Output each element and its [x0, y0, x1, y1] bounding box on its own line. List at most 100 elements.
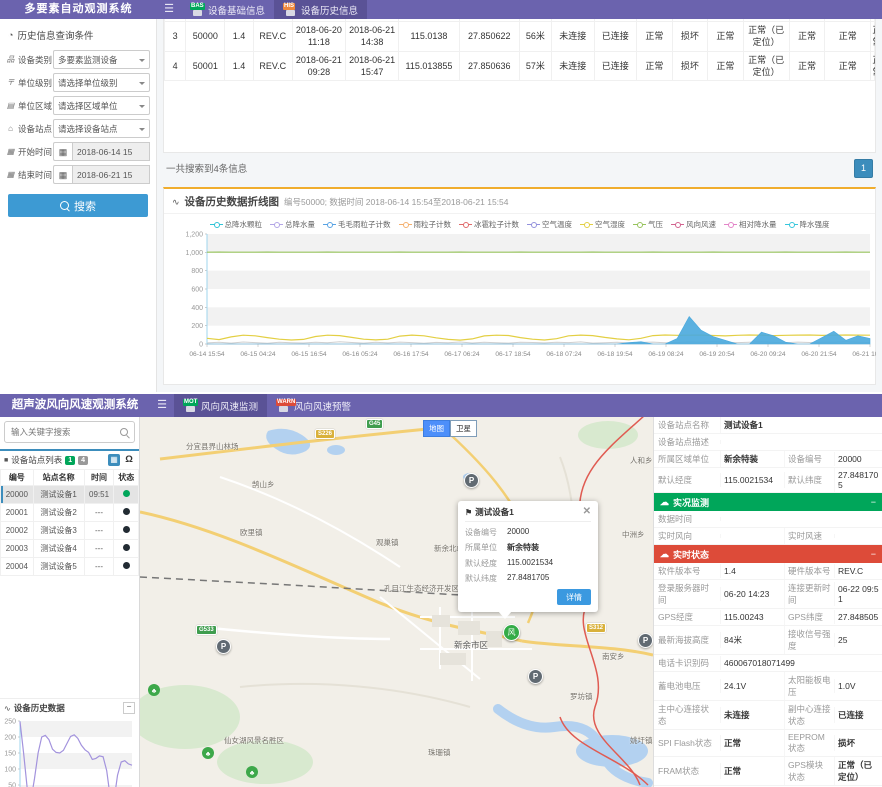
detail-row: 最新海拔高度84米接收信号强度25 [654, 626, 882, 655]
cloud-icon: ☁ [660, 497, 669, 508]
station-cell: 测试设备2 [33, 504, 84, 522]
table-cell: 50001 [186, 51, 225, 80]
form-row: ⌂设备站点请选择设备站点 [6, 119, 150, 138]
bell-icon[interactable]: Ω [123, 454, 135, 466]
legend-item[interactable]: 降水强度 [785, 219, 830, 230]
legend-item[interactable]: 空气湿度 [580, 219, 625, 230]
top-app-sidebar: ◔ 历史信息查询条件 品设备类别多要素监测设备〒单位级别请选择单位级别▤单位区域… [0, 19, 157, 392]
table-cell: 2018-06-21 09:28 [292, 51, 345, 80]
bas-icon: BAS [190, 3, 205, 17]
legend-item[interactable]: 冰雹粒子计数 [459, 219, 519, 230]
popup-title: 测试设备1 [475, 506, 514, 518]
station-list-title: 设备站点列表 [11, 454, 62, 466]
station-row-20000[interactable]: 20000测试设备109:51 [1, 486, 139, 504]
table-cell: 正常 [871, 22, 875, 51]
search-button[interactable]: 搜索 [8, 194, 148, 217]
station-row-20003[interactable]: 20003测试设备4--- [1, 540, 139, 558]
station-cell: 测试设备3 [33, 522, 84, 540]
map-type-button-卫星[interactable]: 卫星 [450, 420, 477, 437]
tab-bas[interactable]: BAS设备基础信息 [181, 0, 274, 19]
legend-item[interactable]: 毛毛雨粒子计数 [323, 219, 391, 230]
section-header-实时状态: ☁实时状态− [654, 545, 882, 563]
svg-text:06-18 07:24: 06-18 07:24 [546, 351, 582, 358]
legend-item[interactable]: 相对降水量 [724, 219, 777, 230]
sidebar-toggle-icon[interactable]: ☰ [150, 394, 174, 417]
query-form: 品设备类别多要素监测设备〒单位级别请选择单位级别▤单位区域请选择区域单位⌂设备站… [0, 50, 156, 184]
table-cell: 27.850636 [459, 51, 519, 80]
road-shield: G533 [196, 625, 217, 635]
svg-text:1,200: 1,200 [185, 232, 203, 239]
station-marker-icon[interactable]: 风 [503, 624, 520, 641]
calendar-button[interactable]: ▦ [53, 165, 72, 184]
svg-text:06-15 04:24: 06-15 04:24 [240, 351, 276, 358]
svg-text:1,000: 1,000 [185, 250, 203, 257]
sidebar-toggle-icon[interactable]: ☰ [157, 0, 181, 19]
details-button[interactable]: 详情 [557, 589, 591, 605]
parking-marker-icon[interactable]: P [638, 633, 653, 648]
table-row: 3500001.4REV.C2018-06-20 11:182018-06-21… [165, 22, 875, 51]
column-header: 站点名称 [33, 470, 84, 486]
legend-item[interactable]: 空气温度 [527, 219, 572, 230]
parking-marker-icon[interactable]: P [216, 639, 231, 654]
close-icon[interactable]: ✕ [583, 508, 591, 516]
date-value-开始时间[interactable]: 2018-06-14 15 [72, 142, 150, 161]
popup-row: 默认纬度27.8481705 [465, 573, 591, 584]
svg-text:06-20 21:54: 06-20 21:54 [801, 351, 837, 358]
select-设备类别[interactable]: 多要素监测设备 [53, 50, 150, 69]
svg-text:06-16 05:24: 06-16 05:24 [342, 351, 378, 358]
building-icon: ▤ [6, 101, 15, 110]
tab-mot[interactable]: MOT风向风速监测 [174, 394, 267, 417]
svg-text:800: 800 [191, 268, 203, 275]
station-cell: 20000 [1, 486, 34, 504]
legend-item[interactable]: 风向风速 [671, 219, 716, 230]
station-row-20004[interactable]: 20004测试设备5--- [1, 558, 139, 576]
legend-item[interactable]: 总降水量 [270, 219, 315, 230]
search-input[interactable] [4, 421, 135, 443]
legend-marker-icon [671, 222, 684, 228]
map-station-popup: ⚑ 测试设备1 ✕ 设备编号20000所属单位新余特装默认经度115.00215… [458, 501, 598, 612]
station-cell: --- [84, 540, 114, 558]
select-单位区域[interactable]: 请选择区域单位 [53, 96, 150, 115]
parking-marker-icon[interactable]: P [528, 669, 543, 684]
collapse-icon[interactable]: − [871, 497, 876, 507]
sidebar-history-chart-header: ∿ 设备历史数据 − [0, 699, 139, 715]
station-row-20001[interactable]: 20001测试设备2--- [1, 504, 139, 522]
history-results-table: 2500001.4REV.C2018-06-14 11:052018-06-14… [164, 19, 875, 81]
road-shield: S226 [315, 429, 335, 439]
map-type-button-地图[interactable]: 地图 [423, 420, 450, 437]
field-label: 〒单位级别 [6, 77, 53, 89]
tab-label: 风向风速预警 [294, 399, 351, 413]
station-cell: 测试设备5 [33, 558, 84, 576]
station-row-20002[interactable]: 20002测试设备3--- [1, 522, 139, 540]
chevron-down-icon [139, 128, 145, 134]
line-chart-icon: ∿ [172, 197, 180, 208]
legend-item[interactable]: 总降水颗粒 [210, 219, 263, 230]
calendar-button[interactable]: ▦ [53, 142, 72, 161]
search-icon [60, 201, 69, 210]
collapse-icon[interactable]: − [871, 549, 876, 559]
station-cell: --- [84, 504, 114, 522]
column-header: 编号 [1, 470, 34, 486]
tag-icon: ■ [4, 457, 8, 464]
legend-item[interactable]: 气压 [633, 219, 663, 230]
select-单位级别[interactable]: 请选择单位级别 [53, 73, 150, 92]
map-canvas[interactable]: ♣ ♣ ♣ 地图卫星 分宜县界山林场人和乡鹄山乡欧里镇观巢镇界水乡中洲乡新余北站… [140, 417, 653, 787]
tab-his[interactable]: HIS设备历史信息 [274, 0, 367, 19]
parking-marker-icon[interactable]: P [464, 473, 479, 488]
date-value-结束时间[interactable]: 2018-06-21 15 [72, 165, 150, 184]
map-place-label: 南安乡 [602, 651, 625, 662]
list-view-icon[interactable]: ▦ [108, 454, 120, 466]
map-place-label: 罗坊镇 [570, 691, 593, 702]
popup-row: 所属单位新余特装 [465, 542, 591, 553]
legend-item[interactable]: 雨粒子计数 [399, 219, 452, 230]
legend-marker-icon [270, 222, 283, 228]
legend-marker-icon [210, 222, 223, 228]
select-设备站点[interactable]: 请选择设备站点 [53, 119, 150, 138]
station-cell: 测试设备4 [33, 540, 84, 558]
svg-text:200: 200 [4, 735, 16, 742]
form-row: 〒单位级别请选择单位级别 [6, 73, 150, 92]
pagination-page-1[interactable]: 1 [854, 159, 873, 178]
map-place-label: 中洲乡 [622, 529, 645, 540]
tab-warn[interactable]: WARN风向风速预警 [267, 394, 360, 417]
collapse-icon[interactable]: − [123, 702, 135, 714]
